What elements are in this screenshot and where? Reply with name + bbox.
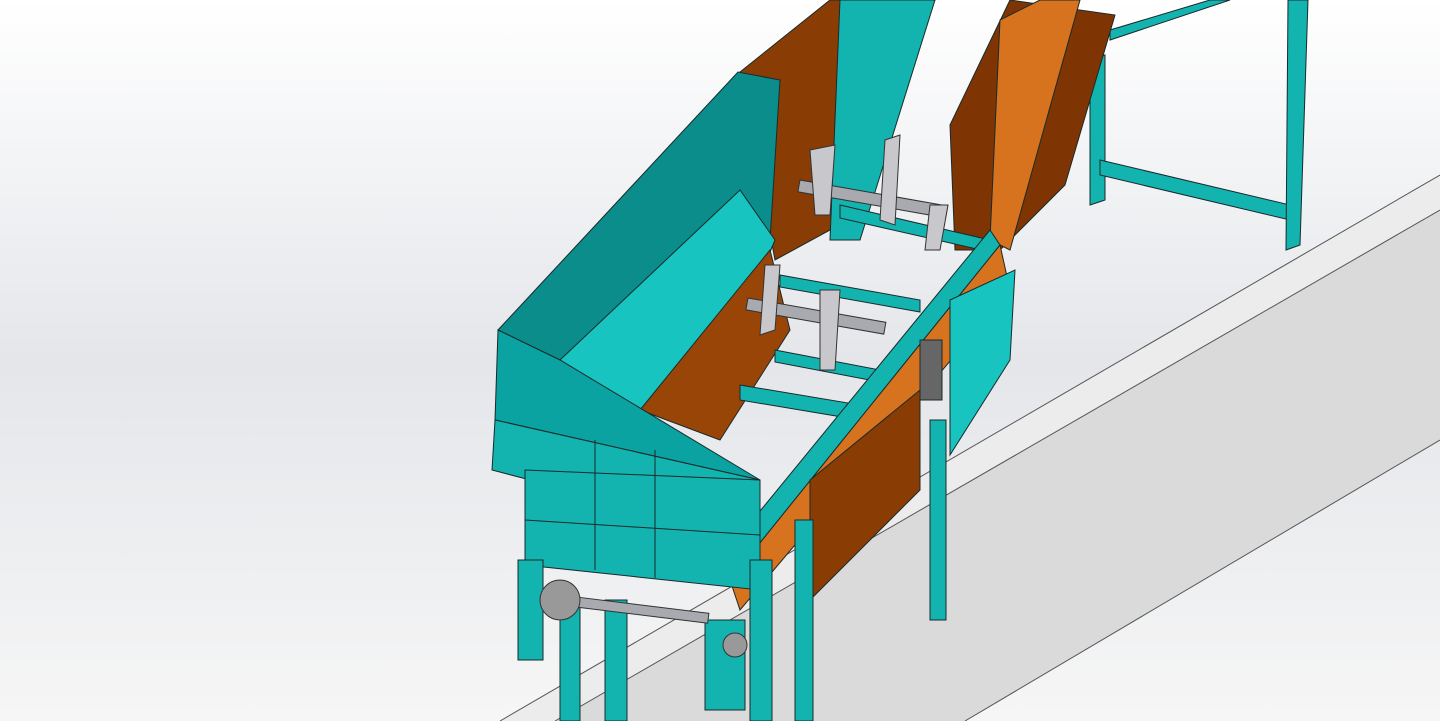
drive-sprocket (539, 579, 581, 621)
cad-viewport[interactable] (0, 0, 1440, 721)
tail-sprocket (722, 632, 748, 658)
conveyor-model (0, 0, 1440, 721)
